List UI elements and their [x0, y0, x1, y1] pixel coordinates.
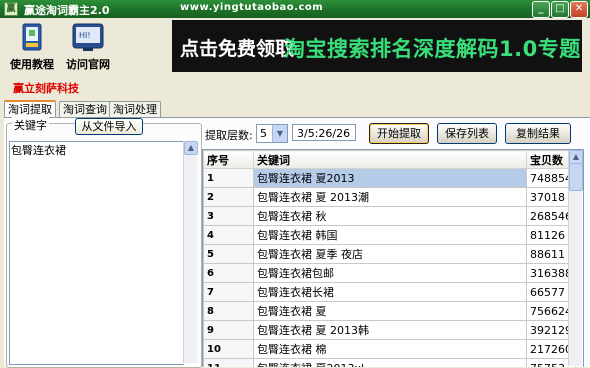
- title-bar: 赢 赢途淘词霸主2.0 www.yingtutaobao.com _ □ ✕: [0, 0, 590, 18]
- banner-text-highlight: 淘宝搜索排名深度解码1.0专题: [284, 37, 581, 61]
- row-keyword: 包臀连衣裙 夏季 夜店: [253, 244, 527, 264]
- chevron-down-icon[interactable]: ▼: [272, 125, 287, 142]
- level-label: 提取层数:: [205, 129, 253, 142]
- table-row[interactable]: 10 包臀连衣裙 棉 217260: [203, 339, 576, 359]
- row-keyword: 包臀连衣裙 秋: [253, 206, 527, 226]
- keyword-textarea[interactable]: [9, 141, 184, 365]
- row-index: 1: [203, 168, 254, 188]
- row-keyword: 包臀连衣裙包邮: [253, 263, 527, 283]
- start-extract-button[interactable]: 开始提取: [369, 123, 429, 144]
- table-body: 1 包臀连衣裙 夏2013 748854 2 包臀连衣裙 夏 2013潮 37018 3 包臀…: [203, 168, 576, 367]
- table-row[interactable]: 1 包臀连衣裙 夏2013 748854: [203, 168, 576, 188]
- scroll-up-icon[interactable]: ▲: [569, 150, 583, 164]
- close-button[interactable]: ✕: [570, 1, 588, 18]
- website-label: 访问官网: [66, 58, 110, 71]
- window-title: 赢途淘词霸主2.0: [24, 4, 110, 17]
- grid-scrollbar[interactable]: ▲: [568, 150, 583, 366]
- row-keyword: 包臀连衣裙 韩国: [253, 225, 527, 245]
- title-url: www.yingtutaobao.com: [180, 2, 324, 13]
- import-from-file-button[interactable]: 从文件导入: [75, 118, 143, 135]
- table-row[interactable]: 6 包臀连衣裙包邮 316388: [203, 263, 576, 283]
- row-index: 9: [203, 320, 254, 340]
- table-row[interactable]: 3 包臀连衣裙 秋 268546: [203, 206, 576, 226]
- row-keyword: 包臀连衣裙 棉: [253, 339, 527, 359]
- results-grid[interactable]: 序号 关键词 宝贝数 1 包臀连衣裙 夏2013 748854 2 包臀连衣裙 夏 20…: [202, 149, 584, 367]
- table-row[interactable]: 8 包臀连衣裙 夏 756624: [203, 301, 576, 321]
- results-table: 序号 关键词 宝贝数 1 包臀连衣裙 夏2013 748854 2 包臀连衣裙 夏 20…: [203, 150, 576, 367]
- row-keyword: 包臀连衣裙 夏2013: [253, 168, 527, 188]
- tab-process[interactable]: 淘词处理: [109, 101, 161, 117]
- levels-progress-field[interactable]: 3/5:26/26: [292, 124, 356, 141]
- row-keyword: 包臀连衣裙长裙: [253, 282, 527, 302]
- copy-results-button[interactable]: 复制结果: [505, 123, 571, 144]
- level-value: 5: [260, 127, 267, 140]
- promo-banner[interactable]: 点击免费领取 淘宝搜索排名深度解码1.0专题: [172, 20, 582, 72]
- minimize-button[interactable]: _: [532, 1, 550, 18]
- svg-text:HI!: HI!: [79, 31, 91, 40]
- company-name: 赢立刻萨科技: [13, 82, 79, 95]
- row-index: 6: [203, 263, 254, 283]
- row-index: 8: [203, 301, 254, 321]
- table-row[interactable]: 7 包臀连衣裙长裙 66577: [203, 282, 576, 302]
- table-row[interactable]: 4 包臀连衣裙 韩国 81126: [203, 225, 576, 245]
- level-select[interactable]: 5 ▼: [256, 124, 288, 143]
- banner-text-primary: 点击免费领取: [180, 38, 295, 60]
- tutorial-button[interactable]: 使用教程: [6, 22, 58, 72]
- app-icon: 赢: [4, 2, 18, 16]
- tutorial-icon: [15, 22, 49, 52]
- tutorial-label: 使用教程: [10, 58, 54, 71]
- scroll-up-icon[interactable]: ▲: [184, 141, 198, 155]
- tab-extract[interactable]: 淘词提取: [4, 100, 56, 118]
- table-row[interactable]: 2 包臀连衣裙 夏 2013潮 37018: [203, 187, 576, 207]
- row-index: 2: [203, 187, 254, 207]
- row-keyword: 包臀连衣裙 夏: [253, 301, 527, 321]
- row-index: 4: [203, 225, 254, 245]
- maximize-icon: □: [555, 3, 565, 14]
- row-index: 10: [203, 339, 254, 359]
- column-header-keyword[interactable]: 关键词: [253, 150, 527, 169]
- table-row[interactable]: 9 包臀连衣裙 夏 2013韩 392129: [203, 320, 576, 340]
- keyword-value: 包臀连衣裙: [11, 144, 66, 157]
- row-keyword: 包臀连衣裙 夏 2013潮: [253, 187, 527, 207]
- table-row[interactable]: 5 包臀连衣裙 夏季 夜店 88611: [203, 244, 576, 264]
- scroll-thumb[interactable]: [569, 163, 583, 191]
- maximize-button[interactable]: □: [551, 1, 569, 18]
- tab-query[interactable]: 淘词查询: [59, 101, 111, 117]
- website-icon: HI!: [71, 22, 105, 52]
- column-header-index[interactable]: 序号: [203, 150, 254, 169]
- table-header-row: 序号 关键词 宝贝数: [203, 150, 576, 169]
- row-index: 5: [203, 244, 254, 264]
- website-button[interactable]: HI! 访问官网: [62, 22, 114, 72]
- minimize-icon: _: [538, 3, 544, 14]
- save-list-button[interactable]: 保存列表: [437, 123, 497, 144]
- row-index: 7: [203, 282, 254, 302]
- keyword-scrollbar[interactable]: ▲: [183, 141, 198, 363]
- row-keyword: 包臀连衣裙 夏 2013韩: [253, 320, 527, 340]
- keyword-legend: 关键字: [12, 117, 49, 133]
- row-index: 3: [203, 206, 254, 226]
- close-icon: ✕: [574, 3, 584, 14]
